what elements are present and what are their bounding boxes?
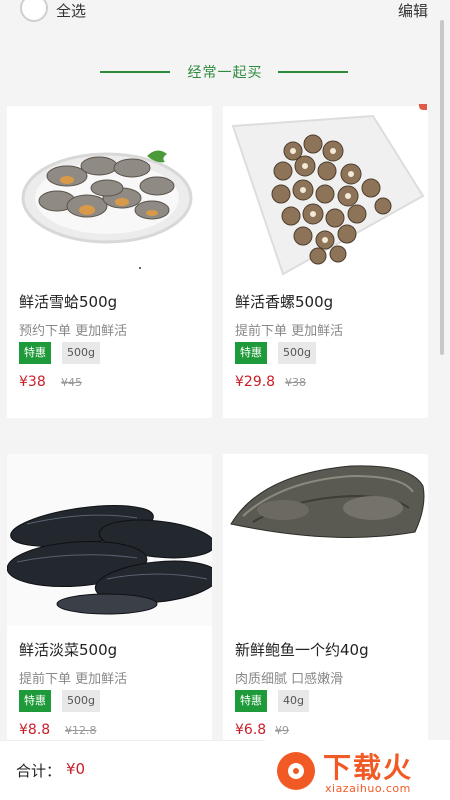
logo-brand-text: 下载火	[323, 751, 414, 784]
product-name: 新鲜鲍鱼一个约40g	[235, 641, 369, 659]
sea-snails-on-dish-icon	[231, 114, 425, 276]
select-all-label[interactable]: 全选	[56, 3, 86, 19]
product-image-mussels[interactable]	[7, 454, 212, 626]
original-price: ¥45	[61, 376, 82, 389]
select-all-checkbox[interactable]	[20, 0, 48, 22]
product-description: 肉质细腻 口感嫩滑	[235, 672, 344, 687]
product-description: 提前下单 更加鲜活	[19, 672, 128, 687]
product-price: ¥29.8	[235, 374, 276, 390]
special-offer-tag: 特惠	[19, 690, 51, 712]
divider-right	[278, 71, 348, 73]
product-card[interactable]: 鲜活香螺500g 提前下单 更加鲜活 特惠 500g ¥29.8 ¥38	[223, 106, 428, 418]
logo-badge-icon	[277, 752, 315, 790]
edit-button[interactable]: 编辑	[398, 3, 428, 19]
product-name: 鲜活淡菜500g	[19, 641, 118, 659]
weight-tag: 40g	[278, 690, 309, 712]
product-card[interactable]: 鲜活淡菜500g 提前下单 更加鲜活 特惠 500g ¥8.8 ¥12.8	[7, 454, 212, 740]
product-description: 提前下单 更加鲜活	[235, 324, 344, 339]
product-price: ¥8.8	[19, 722, 51, 738]
product-image-sea-snails[interactable]	[223, 106, 428, 278]
product-name: 鲜活雪蛤500g	[19, 293, 118, 311]
watermark-logo: 下载火 xiazaihuo.com	[265, 740, 450, 800]
weight-tag: 500g	[278, 342, 316, 364]
top-bar: 全选 编辑	[0, 0, 450, 28]
corner-marker	[419, 104, 427, 110]
product-card[interactable]: 新鲜鲍鱼一个约40g 肉质细腻 口感嫩滑 特惠 40g ¥6.8 ¥9	[223, 454, 428, 740]
product-price: ¥38	[19, 374, 46, 390]
special-offer-tag: 特惠	[235, 690, 267, 712]
product-name: 鲜活香螺500g	[235, 293, 334, 311]
product-card[interactable]: 鲜活雪蛤500g 预约下单 更加鲜活 特惠 500g ¥38 ¥45	[7, 106, 212, 418]
total-value: ¥0	[66, 760, 86, 778]
product-image-abalone[interactable]	[223, 454, 428, 626]
product-image-clams[interactable]	[7, 106, 212, 278]
special-offer-tag: 特惠	[19, 342, 51, 364]
original-price: ¥38	[285, 376, 306, 389]
special-offer-tag: 特惠	[235, 342, 267, 364]
product-description: 预约下单 更加鲜活	[19, 324, 128, 339]
original-price: ¥9	[275, 724, 289, 737]
weight-tag: 500g	[62, 342, 100, 364]
weight-tag: 500g	[62, 690, 100, 712]
product-price: ¥6.8	[235, 722, 267, 738]
logo-site-text: xiazaihuo.com	[325, 782, 411, 795]
clams-on-plate-icon	[21, 150, 193, 269]
abalone-icon	[223, 454, 428, 626]
section-header: 经常一起买	[0, 58, 450, 86]
original-price: ¥12.8	[65, 724, 97, 737]
mussels-icon	[7, 454, 212, 626]
total-label: 合计：	[16, 762, 62, 780]
